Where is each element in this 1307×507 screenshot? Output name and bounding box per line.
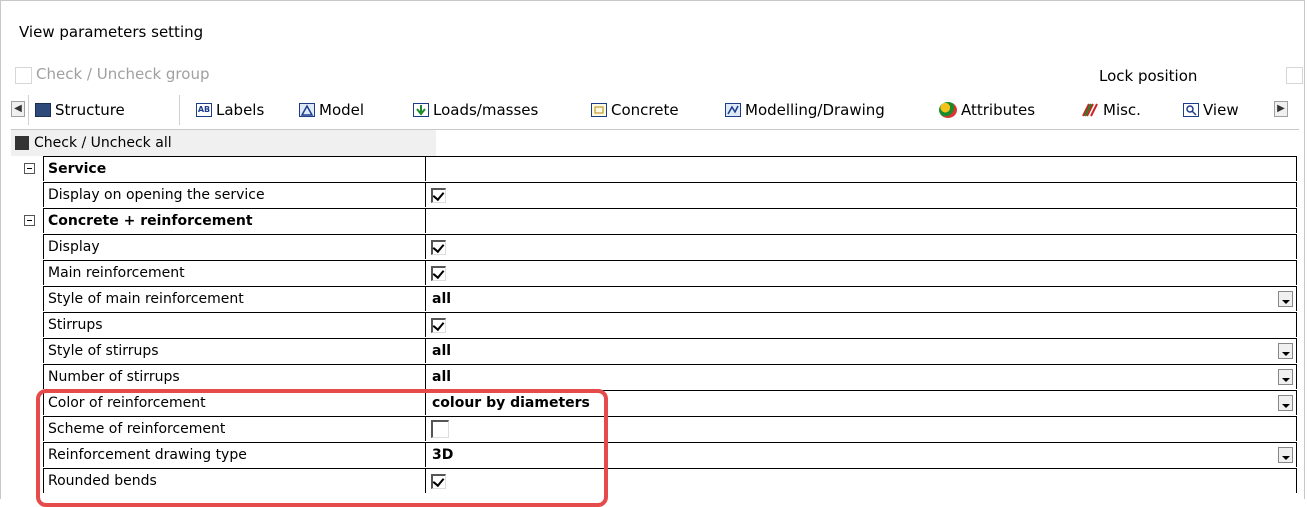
value-cell: [425, 416, 1297, 441]
select-value: colour by diameters: [432, 395, 590, 411]
select-value: all: [432, 369, 452, 385]
row-label: Reinforcement drawing type: [43, 442, 425, 467]
view-icon: [1183, 103, 1199, 117]
check-uncheck-all[interactable]: Check / Uncheck all: [11, 130, 436, 156]
table-row: Stirrups: [11, 312, 1297, 338]
table-row: Reinforcement drawing type 3D: [11, 442, 1297, 468]
value-cell: [425, 156, 1297, 181]
dialog-window: View parameters setting Check / Uncheck …: [0, 0, 1305, 507]
tab-label: Structure: [55, 101, 125, 119]
row-label: Style of main reinforcement: [43, 286, 425, 311]
dropdown-arrow-icon[interactable]: [1278, 291, 1293, 307]
row-checkbox[interactable]: [431, 420, 449, 438]
lock-position-checkbox[interactable]: [1286, 67, 1303, 84]
select-value: 3D: [432, 447, 454, 463]
row-label: Color of reinforcement: [43, 390, 425, 415]
table-row: Display on opening the service: [11, 182, 1297, 208]
row-label: Main reinforcement: [43, 260, 425, 285]
row-label: Display on opening the service: [43, 182, 425, 207]
value-cell: [425, 312, 1297, 337]
structure-icon: [35, 103, 51, 117]
tab-concrete[interactable]: Concrete: [591, 95, 679, 125]
tab-view[interactable]: View: [1183, 95, 1239, 125]
table-row: Main reinforcement: [11, 260, 1297, 286]
table-row: Rounded bends: [11, 468, 1297, 494]
dropdown-arrow-icon[interactable]: [1278, 343, 1293, 359]
table-row: Display: [11, 234, 1297, 260]
tab-modelling-drawing[interactable]: Modelling/Drawing: [725, 95, 885, 125]
table-row: Number of stirrups all: [11, 364, 1297, 390]
row-label: Rounded bends: [43, 468, 425, 493]
collapse-icon[interactable]: [24, 163, 35, 174]
check-uncheck-group-label: Check / Uncheck group: [36, 65, 210, 83]
select-value: all: [432, 343, 452, 359]
row-checkbox[interactable]: [431, 265, 446, 281]
attributes-icon: [939, 102, 957, 118]
tab-labels[interactable]: AB Labels: [196, 95, 264, 125]
table-row: Color of reinforcement colour by diamete…: [11, 390, 1297, 416]
value-cell: [425, 260, 1297, 285]
modelling-drawing-icon: [725, 103, 741, 117]
row-label: Stirrups: [43, 312, 425, 337]
row-label: Style of stirrups: [43, 338, 425, 363]
dropdown-arrow-icon[interactable]: [1278, 447, 1293, 463]
tab-label: Concrete: [611, 101, 679, 119]
value-select[interactable]: 3D: [425, 442, 1297, 467]
dropdown-arrow-icon[interactable]: [1278, 369, 1293, 385]
tab-strip: ◀ Structure AB Labels Model Loads/masses: [11, 95, 1301, 125]
tab-label: Loads/masses: [433, 101, 539, 119]
tab-label: Labels: [216, 101, 265, 119]
check-all-checkbox[interactable]: [15, 136, 29, 150]
table-row: Scheme of reinforcement: [11, 416, 1297, 442]
group-row-service: Service: [11, 156, 1297, 182]
value-cell: [425, 234, 1297, 259]
row-checkbox[interactable]: [431, 187, 446, 203]
value-cell: [425, 182, 1297, 207]
misc-icon: [1081, 103, 1099, 117]
group-label: Concrete + reinforcement: [43, 208, 425, 233]
value-cell: [425, 208, 1297, 233]
tab-model[interactable]: Model: [299, 95, 364, 125]
check-uncheck-group-checkbox[interactable]: [15, 67, 32, 84]
value-select[interactable]: all: [425, 286, 1297, 311]
tab-scroll-left-button[interactable]: ◀: [11, 101, 25, 117]
tab-loads-masses[interactable]: Loads/masses: [413, 95, 538, 125]
tab-misc[interactable]: Misc.: [1081, 95, 1141, 125]
window-title: View parameters setting: [19, 23, 204, 41]
tab-label: Modelling/Drawing: [745, 101, 885, 119]
model-icon: [299, 103, 315, 117]
collapse-icon[interactable]: [24, 215, 35, 226]
value-select[interactable]: all: [425, 338, 1297, 363]
lock-position-label: Lock position: [1099, 67, 1198, 85]
select-value: all: [432, 291, 452, 307]
row-label: Scheme of reinforcement: [43, 416, 425, 441]
tab-structure[interactable]: Structure: [28, 95, 180, 125]
value-cell: [425, 468, 1297, 493]
row-checkbox[interactable]: [431, 317, 446, 333]
row-label: Display: [43, 234, 425, 259]
labels-icon: AB: [196, 103, 212, 117]
row-checkbox[interactable]: [431, 473, 446, 489]
row-checkbox[interactable]: [431, 239, 446, 255]
tab-scroll-right-button[interactable]: ▶: [1274, 101, 1288, 117]
value-select[interactable]: colour by diameters: [425, 390, 1297, 415]
check-all-label: Check / Uncheck all: [34, 135, 172, 151]
concrete-icon: [591, 103, 607, 117]
row-label: Number of stirrups: [43, 364, 425, 389]
tab-label: Attributes: [961, 101, 1036, 119]
tab-attributes[interactable]: Attributes: [939, 95, 1035, 125]
tab-label: View: [1203, 101, 1239, 119]
table-row: Style of main reinforcement all: [11, 286, 1297, 312]
group-label: Service: [43, 156, 425, 181]
group-row-concrete-reinforcement: Concrete + reinforcement: [11, 208, 1297, 234]
loads-icon: [413, 103, 429, 117]
tab-label: Model: [319, 101, 365, 119]
parameters-grid: Check / Uncheck all Service Display on o…: [11, 129, 1299, 501]
dropdown-arrow-icon[interactable]: [1278, 395, 1293, 411]
tab-label: Misc.: [1103, 101, 1141, 119]
table-row: Style of stirrups all: [11, 338, 1297, 364]
value-select[interactable]: all: [425, 364, 1297, 389]
